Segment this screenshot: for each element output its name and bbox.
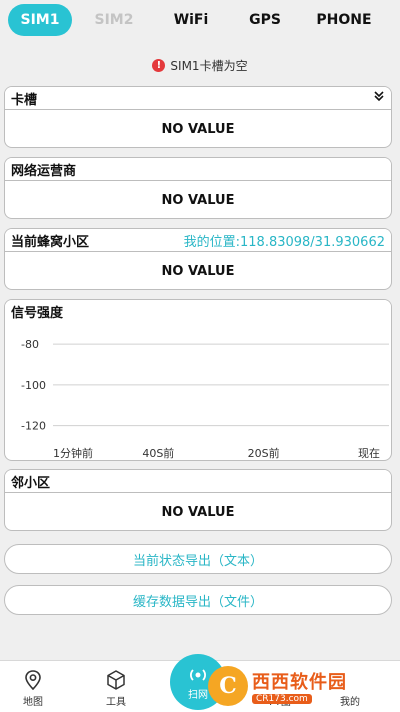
warning-text: SIM1卡槽为空: [170, 58, 248, 73]
nav-map[interactable]: 地图: [3, 661, 63, 712]
carrier-card: 网络运营商 NO VALUE: [4, 157, 392, 219]
cell-title: 当前蜂窝小区: [11, 234, 90, 250]
sim-empty-warning: ! SIM1卡槽为空: [0, 56, 400, 74]
y-tick-label: -80: [21, 338, 39, 351]
double-chevron-down-icon[interactable]: [373, 90, 385, 106]
cube-icon: [107, 670, 125, 690]
cell-value: NO VALUE: [161, 263, 235, 279]
nav-tools-label: 工具: [106, 697, 126, 708]
x-tick-label: 1分钟前: [53, 446, 93, 460]
my-location: 我的位置:118.83098/31.930662: [183, 234, 385, 250]
x-tick-label: 40S前: [142, 446, 174, 460]
watermark-logo: C: [208, 666, 248, 706]
tab-gps[interactable]: GPS: [240, 4, 290, 36]
slot-title: 卡槽: [11, 92, 38, 108]
tab-sim1[interactable]: SIM1: [8, 4, 72, 36]
x-tick-label: 现在: [358, 447, 380, 460]
watermark-url: CR173.com: [252, 694, 312, 704]
neighbor-card: 邻小区 NO VALUE: [4, 469, 392, 531]
nav-map-label: 地图: [23, 697, 43, 708]
y-tick-label: -100: [21, 379, 46, 392]
sim-tab-bar: SIM1 SIM2 WiFi GPS PHONE: [0, 0, 400, 40]
cell-card: 当前蜂窝小区 我的位置:118.83098/31.930662 NO VALUE: [4, 228, 392, 290]
scan-label: 扫网: [188, 689, 208, 701]
signal-card: 信号强度 -80 -100 -120 1分钟前 40S前 20S前 现在: [4, 299, 392, 461]
watermark-title: 西西软件园: [252, 672, 347, 693]
export-cache-button[interactable]: 缓存数据导出（文件）: [4, 585, 392, 615]
carrier-title: 网络运营商: [11, 163, 77, 179]
signal-title: 信号强度: [11, 305, 64, 321]
signal-chart: -80 -100 -120 1分钟前 40S前 20S前 现在: [21, 338, 389, 460]
x-tick-label: 20S前: [248, 446, 280, 460]
tab-wifi[interactable]: WiFi: [166, 4, 216, 36]
signal-antenna-icon: [190, 668, 206, 681]
slot-card: 卡槽 NO VALUE: [4, 86, 392, 148]
tab-phone[interactable]: PHONE: [314, 4, 374, 36]
y-tick-label: -120: [21, 420, 46, 433]
export-status-button[interactable]: 当前状态导出（文本）: [4, 544, 392, 574]
nav-tools[interactable]: 工具: [86, 661, 146, 712]
map-pin-icon: [25, 670, 41, 691]
tab-sim2[interactable]: SIM2: [82, 4, 146, 36]
watermark: C 西西软件园 CR173.com: [208, 664, 396, 708]
alert-icon: !: [152, 58, 166, 72]
neighbor-value: NO VALUE: [161, 504, 235, 520]
neighbor-title: 邻小区: [11, 475, 51, 491]
carrier-value: NO VALUE: [161, 192, 235, 208]
slot-value: NO VALUE: [161, 121, 235, 137]
